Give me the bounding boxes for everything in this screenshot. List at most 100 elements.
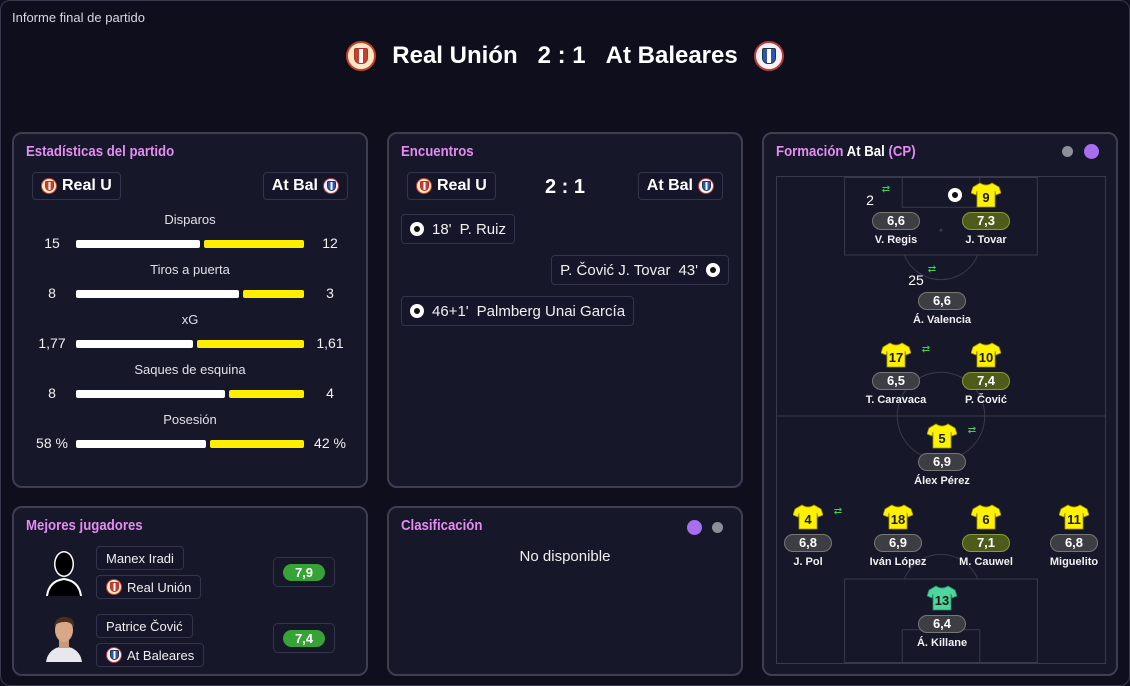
player-silhouette-icon xyxy=(46,551,82,596)
stat-label: Tiros a puerta xyxy=(150,262,230,277)
stats-away-chip[interactable]: At Bal xyxy=(262,172,348,200)
page-dot[interactable] xyxy=(712,522,723,533)
player-rating: 6,4 xyxy=(918,615,966,633)
player-badge: 25 xyxy=(908,272,924,288)
substitution-icon: ⇄ xyxy=(921,344,931,355)
formation-panel: Formación At Bal (CP) 9 7,3 J. Tovar 2 ⇄ 6,6 V… xyxy=(762,132,1118,676)
stat-label: Posesión xyxy=(163,412,217,427)
player-photo-icon xyxy=(46,616,82,662)
best-player-team[interactable]: At Baleares xyxy=(96,643,205,667)
svg-text:13: 13 xyxy=(935,593,949,608)
stats-away-label: At Bal xyxy=(271,177,318,194)
stat-home-value: 8 xyxy=(48,385,56,401)
stat-away-bar xyxy=(197,340,304,348)
jersey-icon: 11 xyxy=(1059,504,1089,530)
player-name-text: Patrice Čović xyxy=(106,618,183,634)
soccer-ball-icon xyxy=(410,222,424,236)
player-name: Miguelito xyxy=(1049,556,1099,568)
best-players-panel: Mejores jugadores Manex Iradi Real Unión… xyxy=(12,506,368,676)
stat-away-bar xyxy=(242,290,304,298)
svg-text:4: 4 xyxy=(804,512,812,527)
player-name: Á. Valencia xyxy=(912,314,972,326)
player-name: V. Regis xyxy=(874,234,918,246)
soccer-ball-icon xyxy=(706,263,720,277)
svg-text:17: 17 xyxy=(889,350,903,365)
away-team-name: At Baleares xyxy=(605,42,738,69)
svg-text:9: 9 xyxy=(982,190,989,205)
stat-away-value: 3 xyxy=(326,285,334,301)
stat-home-bar xyxy=(76,440,206,448)
event-minute: 43' xyxy=(678,261,698,279)
stat-home-value: 8 xyxy=(48,285,56,301)
stats-home-label: Real U xyxy=(62,177,112,194)
stat-label: Disparos xyxy=(164,212,216,227)
player-rating: 6,5 xyxy=(872,372,920,390)
page-dot-active[interactable] xyxy=(687,520,702,535)
player-rating: 6,6 xyxy=(872,212,920,230)
event-minute: 46+1' xyxy=(432,302,469,320)
stat-home-bar xyxy=(76,240,201,248)
home-crest-icon xyxy=(41,178,57,194)
stat-label: Saques de esquina xyxy=(134,362,246,377)
event-text: Palmberg Unai García xyxy=(476,302,626,320)
stat-away-value: 4 xyxy=(326,385,334,401)
best-player-team[interactable]: Real Unión xyxy=(96,575,202,599)
encounters-away-label: At Bal xyxy=(646,177,693,194)
svg-text:5: 5 xyxy=(938,431,945,446)
player-name: T. Caravaca xyxy=(865,394,927,406)
stat-label: xG xyxy=(181,312,199,327)
stat-home-value: 1,77 xyxy=(38,335,66,351)
svg-text:10: 10 xyxy=(979,350,993,365)
player-rating: 7,4 xyxy=(962,372,1010,390)
best-players-title: Mejores jugadores xyxy=(26,517,143,534)
classification-title: Clasificación xyxy=(401,517,483,534)
formation-title: Formación At Bal (CP) xyxy=(776,143,916,160)
event-goal[interactable]: P. Čović J. Tovar 43' xyxy=(551,255,729,285)
away-crest-icon xyxy=(106,647,122,663)
player-rating: 6,9 xyxy=(874,534,922,552)
substitution-icon: ⇄ xyxy=(881,184,891,195)
page-dot-active[interactable] xyxy=(1084,144,1099,159)
stats-home-chip[interactable]: Real U xyxy=(32,172,121,200)
stat-home-bar xyxy=(76,290,239,298)
stat-away-bar xyxy=(209,440,304,448)
jersey-icon: 17 xyxy=(881,342,911,368)
no-data-message: No disponible xyxy=(519,548,611,565)
stat-home-value: 58 % xyxy=(36,435,68,451)
player-name: P. Čović xyxy=(965,394,1007,406)
substitution-icon: ⇄ xyxy=(967,425,977,436)
stat-home-value: 15 xyxy=(44,235,60,251)
away-crest-icon xyxy=(698,178,714,194)
player-rating: 7,3 xyxy=(962,212,1010,230)
event-goal[interactable]: 18' P. Ruiz xyxy=(401,214,515,244)
stats-panel: Estadísticas del partido Real U At Bal D… xyxy=(12,132,368,488)
best-player-rating: 7,9 xyxy=(273,557,335,587)
stat-away-bar xyxy=(229,390,304,398)
formation-team: At Bal xyxy=(846,143,885,160)
svg-text:11: 11 xyxy=(1067,512,1081,527)
stat-away-value: 1,61 xyxy=(316,335,344,351)
best-player-name[interactable]: Patrice Čović xyxy=(96,614,193,638)
player-badge: 2 xyxy=(866,192,874,208)
formation-title-prefix: Formación xyxy=(776,143,844,160)
player-rating: 7,1 xyxy=(962,534,1010,552)
home-crest-icon xyxy=(106,579,122,595)
event-minute: 18' xyxy=(432,220,452,238)
page-dot[interactable] xyxy=(1062,146,1073,157)
home-crest-icon xyxy=(346,41,377,71)
soccer-ball-icon xyxy=(410,304,424,318)
player-name: M. Cauwel xyxy=(959,556,1013,568)
rating-value: 7,4 xyxy=(282,629,326,647)
player-name-text: Manex Iradi xyxy=(106,550,174,566)
event-goal[interactable]: 46+1' Palmberg Unai García xyxy=(401,296,635,326)
best-player-rating: 7,4 xyxy=(273,623,335,653)
best-player-name[interactable]: Manex Iradi xyxy=(96,546,184,570)
stat-home-bar xyxy=(76,340,194,348)
player-team-text: At Baleares xyxy=(127,647,195,663)
jersey-icon: 18 xyxy=(883,504,913,530)
jersey-icon: 10 xyxy=(971,342,1001,368)
jersey-icon: 13 xyxy=(927,585,957,611)
svg-text:6: 6 xyxy=(982,512,989,527)
soccer-ball-icon xyxy=(948,188,962,202)
encounters-away-chip[interactable]: At Bal xyxy=(637,172,723,200)
